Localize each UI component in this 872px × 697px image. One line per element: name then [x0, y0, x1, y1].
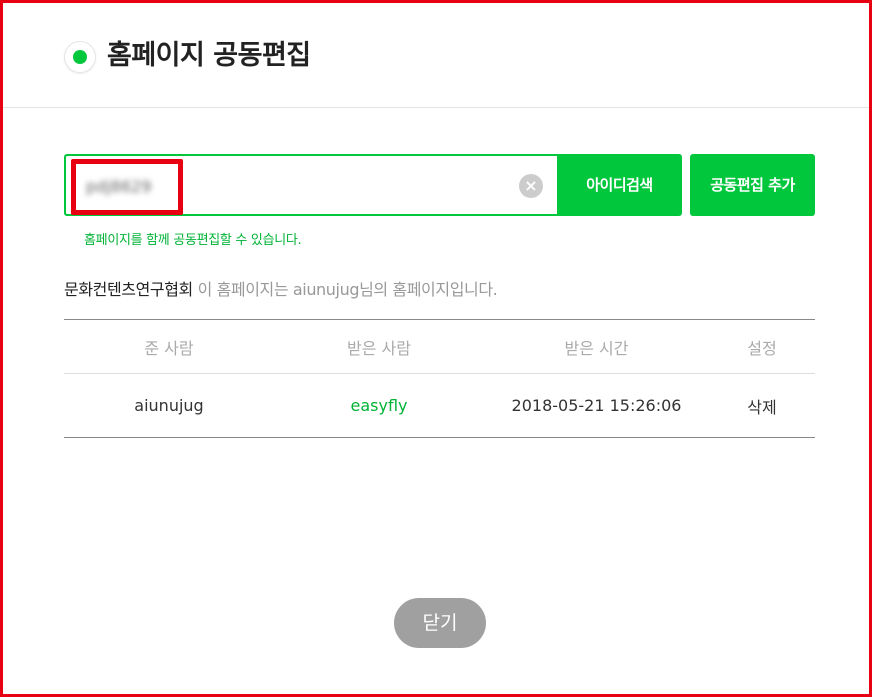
id-search-button[interactable]: 아이디검색: [557, 154, 682, 216]
help-text: 홈페이지를 함께 공동편집할 수 있습니다.: [84, 233, 302, 248]
annotation-highlight-box: [71, 159, 183, 215]
header-giver: 준 사람: [144, 338, 194, 358]
owner-description: 이 홈페이지는 aiunujug님의 홈페이지입니다.: [192, 280, 498, 299]
status-dot-icon: [64, 41, 96, 73]
header-settings: 설정: [747, 338, 777, 358]
giver-cell: aiunujug: [134, 396, 204, 415]
close-button[interactable]: 닫기: [394, 598, 486, 648]
dialog-title: 홈페이지 공동편집: [107, 40, 311, 71]
dialog-header: 홈페이지 공동편집: [3, 3, 869, 108]
org-name: 문화컨텐츠연구협회: [64, 280, 193, 299]
header-time: 받은 시간: [564, 338, 629, 358]
table-row: aiunujug easyfly 2018-05-21 15:26:06 삭제: [64, 373, 815, 437]
coeditor-table: 준 사람 받은 사람 받은 시간 설정 aiunujug easyfly 201…: [64, 319, 815, 438]
clear-input-icon[interactable]: ×: [519, 174, 543, 198]
time-cell: 2018-05-21 15:26:06: [511, 396, 682, 415]
homepage-info: 문화컨텐츠연구협회 이 홈페이지는 aiunujug님의 홈페이지입니다.: [64, 276, 498, 300]
dialog: 홈페이지 공동편집 × 아이디검색 공동편집 추가 홈페이지를 함께 공동편집할…: [0, 0, 872, 697]
add-coeditor-button[interactable]: 공동편집 추가: [690, 154, 815, 216]
delete-link[interactable]: 삭제: [709, 374, 815, 437]
receiver-cell[interactable]: easyfly: [274, 374, 484, 437]
table-header-row: 준 사람 받은 사람 받은 시간 설정: [64, 320, 815, 373]
header-receiver: 받은 사람: [347, 338, 411, 358]
